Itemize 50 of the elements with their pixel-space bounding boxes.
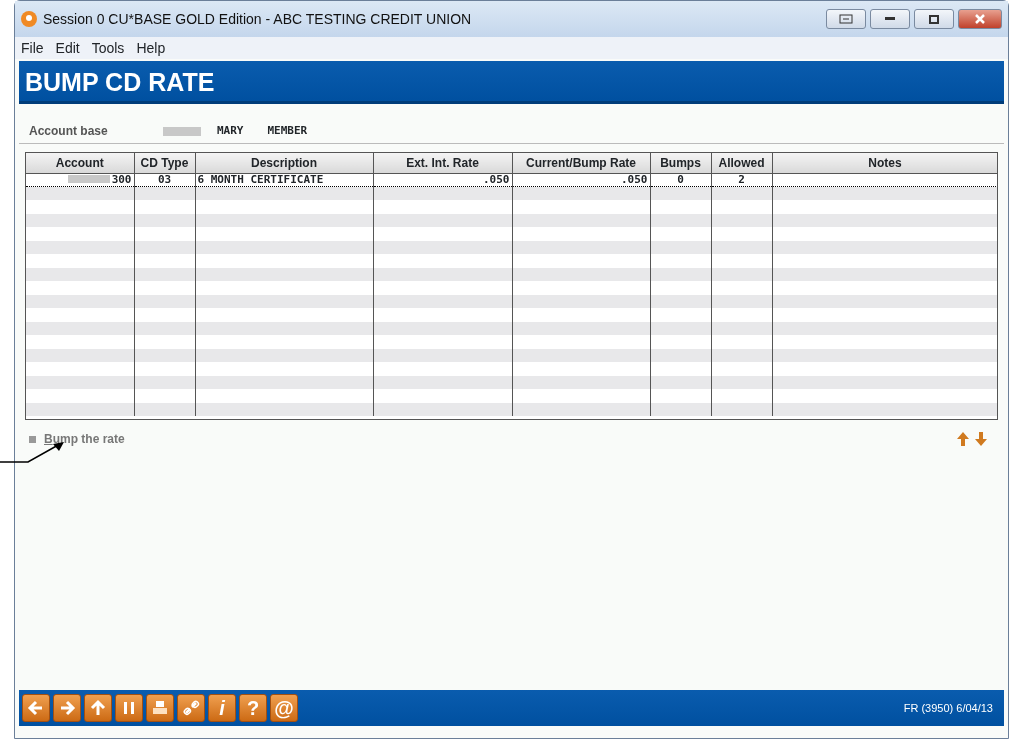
close-button[interactable] xyxy=(958,9,1002,29)
minimize-button[interactable] xyxy=(870,9,910,29)
down-arrow-icon[interactable] xyxy=(974,431,988,447)
column-header[interactable]: Allowed xyxy=(711,153,772,173)
forward-arrow-icon xyxy=(58,699,76,717)
redacted-block xyxy=(67,174,110,183)
app-icon xyxy=(21,11,37,27)
page-title: BUMP CD RATE xyxy=(19,61,1004,104)
action-link[interactable]: Bump the rate xyxy=(44,430,125,448)
column-header[interactable]: Ext. Int. Rate xyxy=(373,153,512,173)
minimize-icon xyxy=(885,17,895,21)
maximize-button[interactable] xyxy=(914,9,954,29)
toolbar-button[interactable] xyxy=(146,694,174,722)
window-icon xyxy=(839,14,853,24)
toolbar-button[interactable] xyxy=(177,694,205,722)
last-name: MEMBER xyxy=(267,122,308,139)
toolbar-button[interactable] xyxy=(84,694,112,722)
table-cell: 0 xyxy=(677,172,684,186)
column-header[interactable]: Notes xyxy=(772,153,997,173)
menu-item[interactable]: Tools xyxy=(91,37,125,59)
table-cell: 03 xyxy=(157,172,172,186)
menu-item[interactable]: Help xyxy=(136,37,166,59)
redacted-block xyxy=(163,126,201,136)
up-arrow-icon[interactable] xyxy=(956,431,970,447)
menu-item[interactable]: File xyxy=(21,37,44,59)
column-header[interactable]: Description xyxy=(195,153,373,173)
menu-item[interactable]: Edit xyxy=(55,37,80,59)
up-arrow-icon xyxy=(89,699,107,717)
toolbar-button[interactable] xyxy=(53,694,81,722)
table-cell: .050 xyxy=(483,172,510,186)
printer-icon xyxy=(151,699,169,717)
bullet-icon xyxy=(29,435,36,443)
chain-link-icon xyxy=(182,699,200,717)
close-icon xyxy=(975,14,985,24)
toolbar-button[interactable] xyxy=(115,694,143,722)
column-header[interactable]: Bumps xyxy=(650,153,711,173)
maximize-icon xyxy=(929,14,939,24)
window-title: Session 0 CU*BASE GOLD Edition - ABC TESTING CREDIT UNION xyxy=(43,9,472,29)
field-label: Account base xyxy=(29,123,109,140)
table-cell: 2 xyxy=(738,172,745,186)
column-header[interactable]: Account xyxy=(26,153,134,173)
table-cell: 300 xyxy=(111,172,132,186)
first-name: MARY xyxy=(217,122,244,139)
column-header[interactable]: CD Type xyxy=(134,153,195,173)
status-text: FR (3950) 6/04/13 xyxy=(903,700,993,716)
toolbar-button[interactable] xyxy=(22,694,50,722)
column-header[interactable]: Current/Bump Rate xyxy=(512,153,650,173)
table-cell: .050 xyxy=(621,172,648,186)
back-arrow-icon xyxy=(27,699,45,717)
table-cell: 6 MONTH CERTIFICATE xyxy=(197,172,324,186)
